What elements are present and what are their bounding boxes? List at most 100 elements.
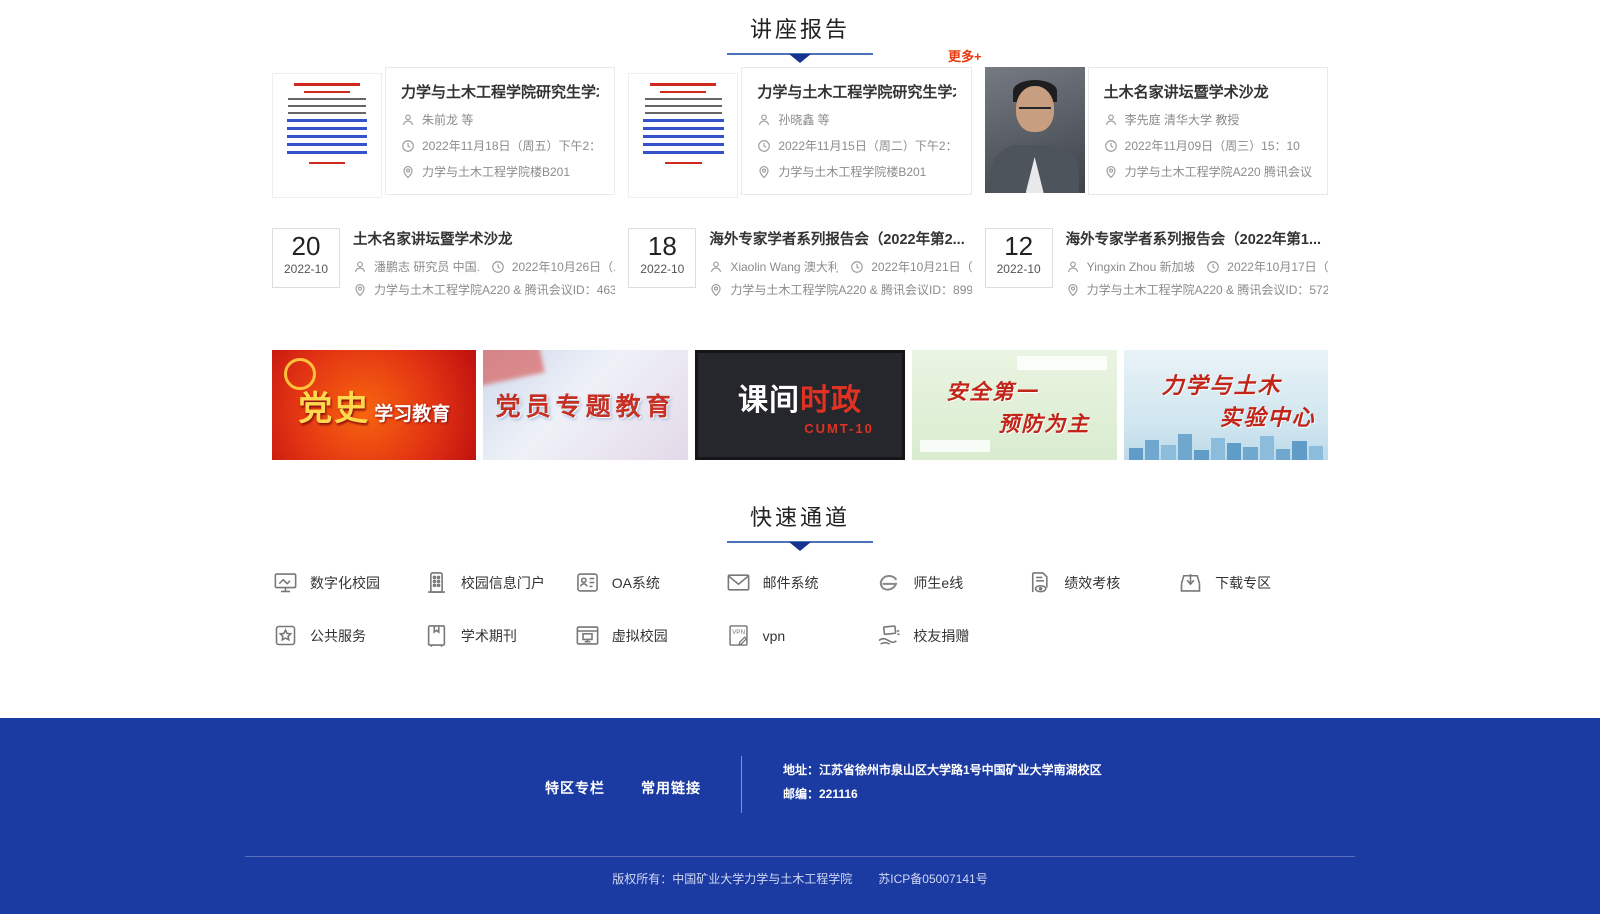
- banner-lab-center[interactable]: 力学与土木 实验中心: [1124, 350, 1328, 460]
- lecture-location: 力学与土木工程学院A220 腾讯会议ID：4...: [1125, 163, 1312, 180]
- banner-row: 党史 学习教育 党员专题教育 课间时政 CUMT-10 安全第一 预防为主: [272, 350, 1328, 460]
- banner-text: 党史: [298, 381, 370, 430]
- lecture-time: 2022年10月17日（...: [1227, 258, 1328, 275]
- quicklink-journal[interactable]: 学术期刊: [423, 622, 574, 649]
- footer-horizontal-rule: [245, 856, 1355, 857]
- leaf-decoration: [1017, 356, 1107, 370]
- footer-postcode: 邮编：221116: [783, 782, 1102, 806]
- lecture-list-body: 土木名家讲坛暨学术沙龙 潘鹏志 研究员 中国... 2022年10月26日（..…: [353, 228, 615, 298]
- banner-subtext: CUMT-10: [804, 421, 874, 436]
- lecture-location-row: 力学与土木工程学院楼B201: [757, 163, 955, 180]
- main-content: 讲座报告 更多+ 力学与土木工程学院研究生学术... 朱前龙 等: [272, 0, 1328, 649]
- date-day: 12: [986, 231, 1052, 262]
- banner-text: 课间: [738, 375, 800, 419]
- lecture-list-row: 20 2022-10 土木名家讲坛暨学术沙龙 潘鹏志 研究员 中国...: [272, 228, 1328, 298]
- lecture-list-item[interactable]: 12 2022-10 海外专家学者系列报告会（2022年第1... Yingxi…: [985, 228, 1328, 298]
- lecture-time: 2022年10月21日（...: [871, 258, 971, 275]
- clock-icon: [1206, 260, 1220, 274]
- virtual-desktop-icon: [574, 622, 601, 649]
- lecture-card[interactable]: 力学与土木工程学院研究生学术... 孙晓鑫 等 2022年11月15日（周二）下…: [628, 67, 971, 198]
- quicklink-eline[interactable]: 师生e线: [875, 569, 1026, 596]
- lecture-time-row: 2022年10月17日（...: [1206, 258, 1328, 275]
- banner-member-education[interactable]: 党员专题教育: [483, 350, 687, 460]
- speaker-photo: [985, 67, 1085, 193]
- monitor-icon: [272, 569, 299, 596]
- lecture-speaker-row: Yingxin Zhou 新加坡...: [1066, 258, 1195, 275]
- building-icon: [423, 569, 450, 596]
- date-day: 20: [273, 231, 339, 262]
- lecture-meta-row: Yingxin Zhou 新加坡... 2022年10月17日（...: [1066, 258, 1328, 275]
- quicklink-virtual-campus[interactable]: 虚拟校园: [574, 622, 725, 649]
- lecture-list-body: 海外专家学者系列报告会（2022年第2... Xiaolin Wang 澳大利.…: [709, 228, 971, 298]
- quick-channel-title: 快速通道: [272, 500, 1328, 532]
- banner-class-politics[interactable]: 课间时政 CUMT-10: [695, 350, 905, 460]
- quicklink-performance[interactable]: 绩效考核: [1026, 569, 1177, 596]
- quicklink-label: 师生e线: [913, 573, 963, 593]
- quicklink-campus-portal[interactable]: 校园信息门户: [423, 569, 574, 596]
- lecture-list-body: 海外专家学者系列报告会（2022年第1... Yingxin Zhou 新加坡.…: [1066, 228, 1328, 298]
- lecture-speaker-row: 潘鹏志 研究员 中国...: [353, 258, 479, 275]
- quicklink-label: 数字化校园: [310, 573, 380, 593]
- location-pin-icon: [1104, 165, 1118, 179]
- lecture-location-row: 力学与土木工程学院A220 腾讯会议ID：4...: [1104, 163, 1312, 180]
- lecture-location: 力学与土木工程学院A220 & 腾讯会议ID：463 2...: [374, 281, 615, 298]
- banner-text: 安全第一: [946, 376, 1038, 406]
- quicklink-digital-campus[interactable]: 数字化校园: [272, 569, 423, 596]
- clock-icon: [850, 260, 864, 274]
- lecture-speaker: Xiaolin Wang 澳大利...: [730, 258, 838, 275]
- footer-link-special-column[interactable]: 特区专栏: [545, 778, 605, 798]
- more-link[interactable]: 更多+: [948, 46, 982, 65]
- lecture-title: 海外专家学者系列报告会（2022年第2...: [709, 228, 971, 249]
- clock-icon: [491, 260, 505, 274]
- id-card-icon: [574, 569, 601, 596]
- lecture-location: 力学与土木工程学院A220 & 腾讯会议ID：899 4...: [730, 281, 971, 298]
- quicklink-label: 邮件系统: [763, 573, 819, 593]
- chevron-down-icon: [789, 542, 811, 551]
- lecture-location-row: 力学与土木工程学院A220 & 腾讯会议ID：899 4...: [709, 281, 971, 298]
- date-month: 2022-10: [629, 262, 695, 276]
- quicklink-public-service[interactable]: 公共服务: [272, 622, 423, 649]
- lecture-card[interactable]: 土木名家讲坛暨学术沙龙 李先庭 清华大学 教授 2022年11月09日（周三）1…: [985, 67, 1328, 198]
- clock-icon: [401, 139, 415, 153]
- lecture-speaker-row: Xiaolin Wang 澳大利...: [709, 258, 838, 275]
- lecture-list-item[interactable]: 18 2022-10 海外专家学者系列报告会（2022年第2... Xiaoli…: [628, 228, 971, 298]
- lecture-time-row: 2022年11月15日（周二）下午2：00: [757, 137, 955, 154]
- lecture-list-item[interactable]: 20 2022-10 土木名家讲坛暨学术沙龙 潘鹏志 研究员 中国...: [272, 228, 615, 298]
- lecture-time: 2022年11月18日（周五）下午2：00: [422, 137, 599, 154]
- banner-safety[interactable]: 安全第一 预防为主: [912, 350, 1116, 460]
- hand-gift-icon: [875, 622, 902, 649]
- quicklink-alumni-donation[interactable]: 校友捐赠: [875, 622, 1026, 649]
- vpn-badge-icon: VPN: [725, 622, 752, 649]
- lecture-speaker-row: 孙晓鑫 等: [757, 111, 955, 128]
- location-pin-icon: [401, 165, 415, 179]
- lecture-title: 力学与土木工程学院研究生学术...: [757, 81, 955, 102]
- envelope-icon: [725, 569, 752, 596]
- quicklink-download[interactable]: 下载专区: [1177, 569, 1328, 596]
- quick-links-grid: 数字化校园 校园信息门户 OA系统 邮件系统 师生e线: [272, 569, 1328, 649]
- date-box: 18 2022-10: [628, 228, 696, 288]
- quick-channel-section: 快速通道 数字化校园 校园信息门户 OA系统 邮件系统: [272, 500, 1328, 649]
- star-square-icon: [272, 622, 299, 649]
- lecture-meta-row: Xiaolin Wang 澳大利... 2022年10月21日（...: [709, 258, 971, 275]
- svg-text:VPN: VPN: [732, 629, 745, 636]
- lecture-card[interactable]: 力学与土木工程学院研究生学术... 朱前龙 等 2022年11月18日（周五）下…: [272, 67, 615, 198]
- banner-text: 力学与土木: [1162, 368, 1282, 400]
- quicklink-mail-system[interactable]: 邮件系统: [725, 569, 876, 596]
- section-underline: [727, 541, 873, 543]
- quicklink-label: 虚拟校园: [612, 626, 668, 646]
- footer-link-common-links[interactable]: 常用链接: [641, 778, 701, 798]
- footer-icp[interactable]: 苏ICP备05007141号: [878, 872, 987, 886]
- quicklink-oa-system[interactable]: OA系统: [574, 569, 725, 596]
- date-box: 12 2022-10: [985, 228, 1053, 288]
- quicklink-label: 公共服务: [310, 626, 366, 646]
- page: 讲座报告 更多+ 力学与土木工程学院研究生学术... 朱前龙 等: [0, 0, 1600, 914]
- lecture-title: 土木名家讲坛暨学术沙龙: [353, 228, 615, 249]
- footer-nav: 特区专栏 常用链接: [545, 778, 701, 798]
- page-footer: 特区专栏 常用链接 地址：江苏省徐州市泉山区大学路1号中国矿业大学南湖校区 邮编…: [0, 718, 1600, 914]
- quicklink-label: 下载专区: [1215, 573, 1271, 593]
- lecture-location-row: 力学与土木工程学院楼B201: [401, 163, 599, 180]
- location-pin-icon: [709, 283, 723, 297]
- quicklink-vpn[interactable]: VPN vpn: [725, 622, 876, 649]
- lecture-cards-row: 力学与土木工程学院研究生学术... 朱前龙 等 2022年11月18日（周五）下…: [272, 67, 1328, 198]
- banner-party-history[interactable]: 党史 学习教育: [272, 350, 476, 460]
